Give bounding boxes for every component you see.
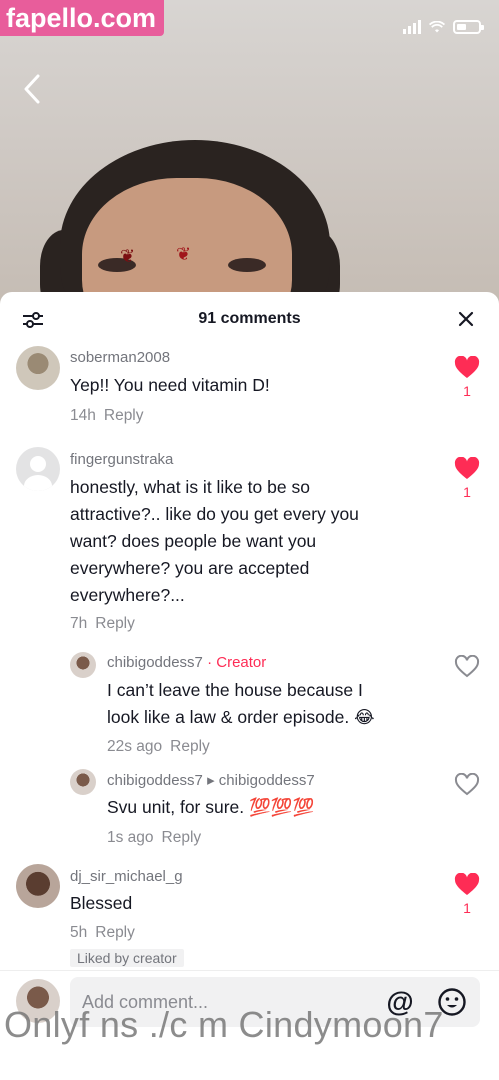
heart-outline-icon[interactable] <box>454 773 480 797</box>
close-icon[interactable] <box>457 310 475 328</box>
reply-username-line: chibigoddess7 ▸ chibigoddess7 <box>107 771 315 789</box>
avatar[interactable] <box>70 652 96 678</box>
comments-sheet: 91 comments soberman2008 Yep!! You need … <box>0 292 499 1080</box>
signal-icon <box>403 20 421 34</box>
comment-meta: 7h Reply <box>70 615 135 633</box>
status-bar <box>403 20 484 34</box>
reply-button[interactable]: Reply <box>95 924 135 941</box>
reply-arrow-icon: ▸ <box>202 772 219 789</box>
comment-meta: 5h Reply <box>70 924 135 942</box>
reply-button[interactable]: Reply <box>104 407 144 424</box>
comment-time: 7h <box>70 615 88 632</box>
comment-text: Blessed <box>70 893 133 913</box>
reply-meta: 1s ago Reply <box>107 829 201 847</box>
heart-outline-icon[interactable] <box>454 655 480 679</box>
butterfly-sticker-icon: ❦ <box>176 244 192 264</box>
reply-text: I can’t leave the house because I look l… <box>107 680 375 727</box>
comment-username[interactable]: fingergunstraka <box>70 451 173 468</box>
comments-header: 91 comments <box>0 292 499 346</box>
comment-username[interactable]: soberman2008 <box>70 349 170 366</box>
avatar[interactable] <box>16 864 60 908</box>
comment-text: Yep!! You need vitamin D! <box>70 375 270 395</box>
comments-count-title: 91 comments <box>198 310 301 327</box>
heart-filled-icon[interactable] <box>454 356 480 380</box>
right-eye <box>228 258 266 272</box>
reply-time: 1s ago <box>107 829 154 846</box>
comment-time: 14h <box>70 407 96 424</box>
reply-time: 22s ago <box>107 738 163 755</box>
comment-username[interactable]: dj_sir_michael_g <box>70 868 183 885</box>
reply-meta: 22s ago Reply <box>107 738 210 756</box>
heart-filled-icon[interactable] <box>454 457 480 481</box>
site-watermark: fapello.com <box>0 0 165 36</box>
reply-username-line: chibigoddess7 · Creator <box>107 654 266 671</box>
video-background: ❦ ❦ <box>0 0 499 320</box>
comment-time: 5h <box>70 924 88 941</box>
liked-by-creator-badge: Liked by creator <box>70 949 184 967</box>
reply-to-username[interactable]: chibigoddess7 <box>219 772 315 789</box>
creator-separator: · <box>202 654 217 671</box>
back-chevron-icon[interactable] <box>18 72 46 106</box>
heart-filled-icon[interactable] <box>454 873 480 897</box>
reply-button[interactable]: Reply <box>95 615 135 632</box>
wifi-icon <box>429 21 445 33</box>
bottom-watermark: Onlyf ns ./c m Cindymoon7 <box>4 1004 444 1045</box>
reply-button[interactable]: Reply <box>170 738 210 755</box>
like-count: 1 <box>463 383 471 399</box>
butterfly-sticker-icon: ❦ <box>120 246 136 266</box>
comment-text: honestly, what is it like to be so attra… <box>70 477 359 605</box>
creator-tag: Creator <box>216 654 267 671</box>
reply-username[interactable]: chibigoddess7 <box>107 654 203 671</box>
reply-text: Svu unit, for sure. 💯💯💯 <box>107 797 315 817</box>
avatar[interactable] <box>16 447 60 491</box>
reply-button[interactable]: Reply <box>162 829 202 846</box>
like-count: 1 <box>463 484 471 500</box>
reply-username[interactable]: chibigoddess7 <box>107 772 203 789</box>
comment-meta: 14h Reply <box>70 407 144 425</box>
avatar[interactable] <box>70 769 96 795</box>
like-count: 1 <box>463 900 471 916</box>
avatar[interactable] <box>16 346 60 390</box>
battery-icon <box>453 20 484 34</box>
